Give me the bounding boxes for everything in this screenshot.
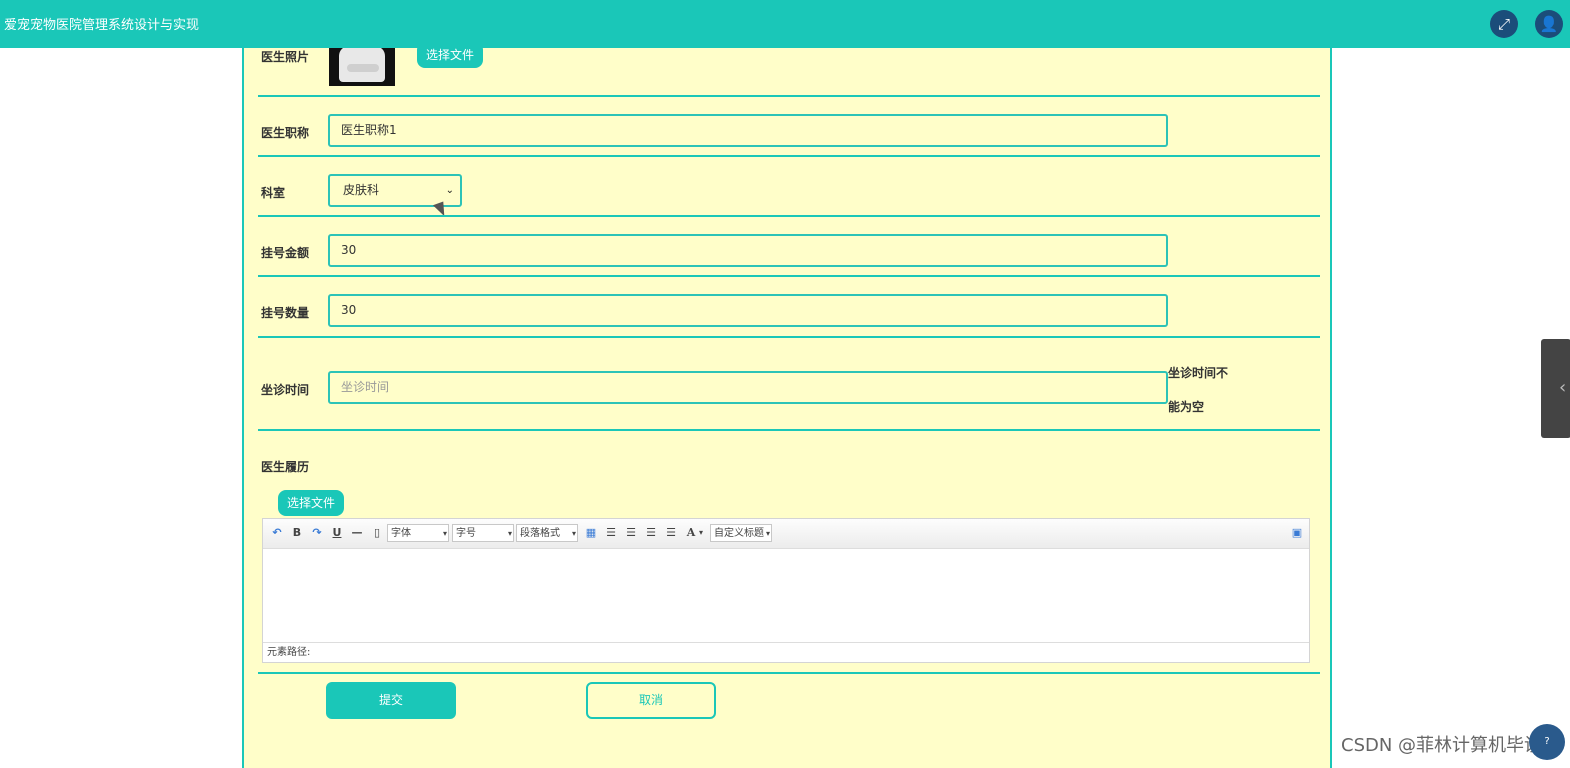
align-center-icon[interactable]: ☰ <box>643 524 659 542</box>
dropdown-arrow-icon: ▾ <box>507 529 512 538</box>
align-justify-icon[interactable]: ☰ <box>663 524 679 542</box>
floating-help-icon[interactable]: ? <box>1529 724 1565 760</box>
paragraph-format-select[interactable]: 段落格式 ▾ <box>516 524 578 542</box>
underline-icon[interactable]: U <box>329 524 345 542</box>
schedule-placeholder: 坐诊时间 <box>341 380 390 394</box>
dropdown-arrow-icon: ▾ <box>442 529 447 538</box>
user-icon[interactable]: 👤 <box>1535 10 1563 38</box>
row-divider <box>258 672 1320 674</box>
schedule-error-line1: 坐诊时间不 <box>1168 366 1229 380</box>
quota-label: 挂号数量 <box>261 306 310 320</box>
row-divider <box>258 155 1320 157</box>
row-divider <box>258 215 1320 217</box>
side-panel-handle[interactable]: ‹ <box>1541 339 1570 438</box>
redo-icon[interactable]: ↷ <box>309 524 325 542</box>
font-size-select[interactable]: 字号 ▾ <box>452 524 514 542</box>
photo-label: 医生照片 <box>261 50 310 64</box>
department-selected-value: 皮肤科 <box>343 183 380 197</box>
dropdown-arrow-icon: ▾ <box>571 529 576 538</box>
row-divider <box>258 429 1320 431</box>
undo-icon[interactable]: ↶ <box>269 524 285 542</box>
fee-label: 挂号金额 <box>261 246 310 260</box>
font-size-label: 字号 <box>456 528 476 539</box>
department-label: 科室 <box>261 186 286 200</box>
doctor-photo <box>329 44 395 86</box>
photo-figure-arm <box>347 64 379 72</box>
schedule-label: 坐诊时间 <box>261 383 310 397</box>
fee-input[interactable]: 30 <box>328 234 1168 267</box>
title-input[interactable]: 医生职称1 <box>328 114 1168 147</box>
chevron-left-icon: ‹ <box>1559 377 1567 398</box>
cancel-button[interactable]: 取消 <box>586 682 716 719</box>
watermark: CSDN @菲林计算机毕设 <box>1341 735 1543 756</box>
dropdown-arrow-icon: ▾ <box>765 529 770 538</box>
app-title: 爱宠宠物医院管理系统设计与实现 <box>4 18 200 33</box>
schedule-error-line2: 能为空 <box>1168 400 1205 414</box>
custom-title-select[interactable]: 自定义标题 ▾ <box>710 524 772 542</box>
schedule-input[interactable]: 坐诊时间 <box>328 371 1168 404</box>
table-icon[interactable]: ▦ <box>583 524 599 542</box>
font-color-icon[interactable]: A <box>683 524 699 542</box>
top-header: 爱宠宠物医院管理系统设计与实现 ⤢ 👤 <box>0 0 1570 48</box>
font-color-dropdown-icon[interactable]: ▾ <box>699 524 703 542</box>
submit-button[interactable]: 提交 <box>326 682 456 719</box>
font-family-label: 字体 <box>391 528 411 539</box>
resume-label: 医生履历 <box>261 460 310 474</box>
fullscreen-icon[interactable]: ⤢ <box>1490 10 1518 38</box>
quota-input[interactable]: 30 <box>328 294 1168 327</box>
align-left-icon[interactable]: ☰ <box>603 524 619 542</box>
horizontal-rule-icon[interactable]: — <box>349 524 365 542</box>
row-divider <box>258 275 1320 277</box>
resume-choose-file-button[interactable]: 选择文件 <box>278 490 345 516</box>
row-divider <box>258 95 1320 97</box>
row-divider <box>258 336 1320 338</box>
title-label: 医生职称 <box>261 126 310 140</box>
rich-text-editor[interactable]: ↶ B ↷ U — ▯ 字体 ▾ 字号 ▾ 段落格式 ▾ ▦ ☰ ☰ ☰ ☰ A ▾ … <box>262 518 1310 663</box>
element-path-bar: 元素路径: <box>263 642 1309 662</box>
new-document-icon[interactable]: ▯ <box>369 524 385 542</box>
align-right-icon[interactable]: ☰ <box>623 524 639 542</box>
bold-icon[interactable]: B <box>289 524 305 542</box>
font-family-select[interactable]: 字体 ▾ <box>387 524 449 542</box>
doctor-form-panel: 医生照片 选择文件 医生职称 医生职称1 科室 皮肤科 ⌄ 挂号金额 30 挂号… <box>242 42 1332 768</box>
fullscreen-editor-icon[interactable]: ▣ <box>1289 524 1305 542</box>
paragraph-format-label: 段落格式 <box>520 528 560 539</box>
custom-title-label: 自定义标题 <box>714 528 764 539</box>
chevron-down-icon: ⌄ <box>445 185 454 196</box>
editor-toolbar: ↶ B ↷ U — ▯ 字体 ▾ 字号 ▾ 段落格式 ▾ ▦ ☰ ☰ ☰ ☰ A ▾ … <box>263 519 1309 549</box>
